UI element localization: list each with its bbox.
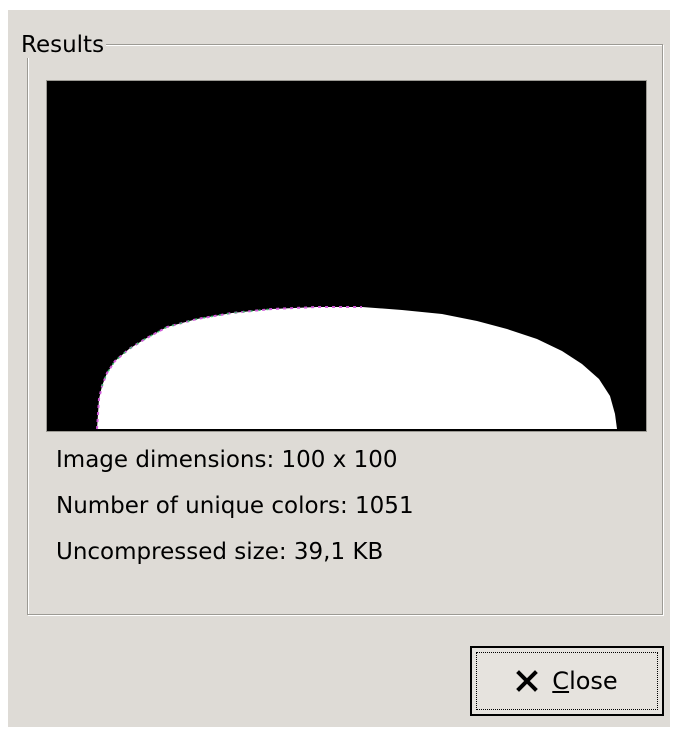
close-button-label: Close [552,667,617,695]
close-icon [516,670,539,692]
uncompressed-size-text: Uncompressed size: 39,1 KB [56,539,384,565]
preview-canvas [47,81,646,431]
unique-colors-text: Number of unique colors: 1051 [56,493,414,519]
image-preview [46,80,647,432]
results-dialog: Results Image dimensions: 100 x 100 Numb… [8,10,670,727]
close-button-focus: Close [476,652,658,710]
results-frame-title: Results [19,32,107,58]
close-label-rest: lose [569,667,618,695]
close-button[interactable]: Close [470,646,664,716]
close-mnemonic: C [552,667,570,695]
image-dimensions-text: Image dimensions: 100 x 100 [56,447,398,473]
